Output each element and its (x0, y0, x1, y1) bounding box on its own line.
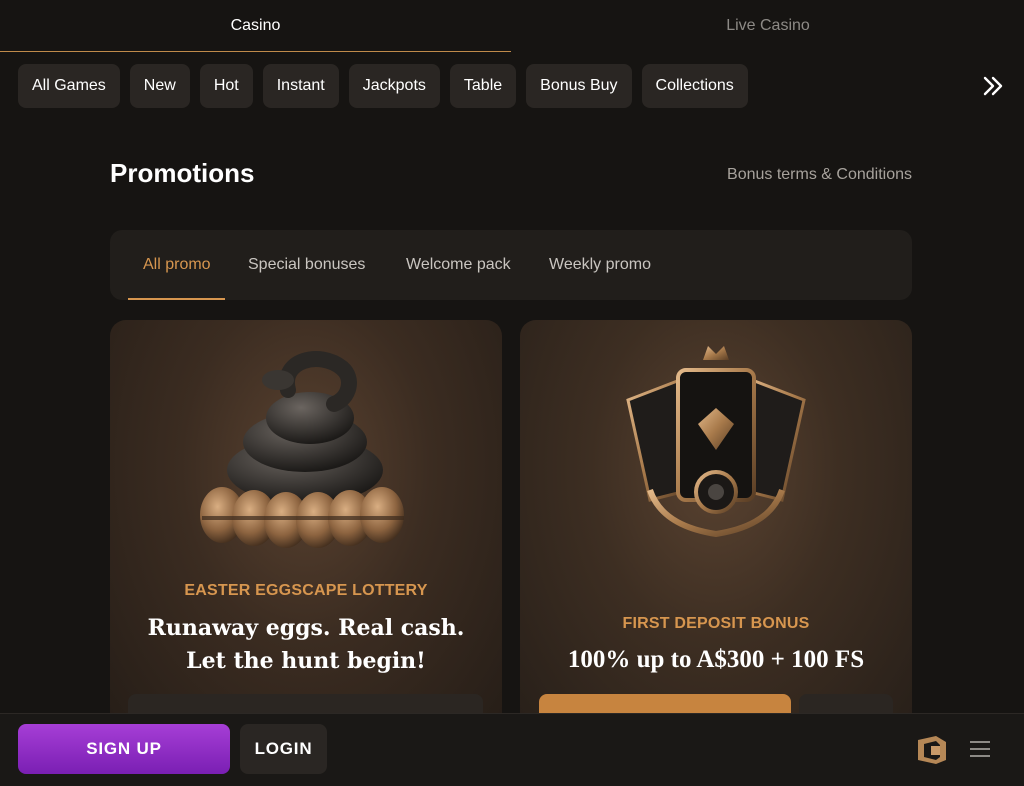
category-collections[interactable]: Collections (641, 64, 748, 108)
category-hot[interactable]: Hot (199, 64, 253, 108)
top-tabs: Casino Live Casino (0, 0, 1024, 54)
tab-all-promo[interactable]: All promo (128, 230, 225, 300)
category-instant[interactable]: Instant (262, 64, 339, 108)
category-bonus-buy[interactable]: Bonus Buy (526, 64, 632, 108)
page-title: Promotions (110, 158, 255, 188)
promo-filter-tabs: All promo Special bonuses Welcome pack W… (110, 230, 912, 300)
headline-line-2: Let the hunt begin! (186, 648, 426, 674)
tab-casino[interactable]: Casino (0, 0, 511, 52)
bottom-bar: SIGN UP LOGIN (0, 713, 1024, 786)
login-button[interactable]: LOGIN (240, 724, 327, 774)
sign-up-button[interactable]: SIGN UP (18, 724, 230, 774)
promo-card-easter[interactable]: EASTER EGGSCAPE LOTTERY Runaway eggs. Re… (110, 320, 502, 740)
promo-card-first-deposit[interactable]: FIRST DEPOSIT BONUS 100% up to A$300 + 1… (520, 320, 912, 740)
tab-weekly-promo[interactable]: Weekly promo (549, 230, 651, 300)
tab-live-casino[interactable]: Live Casino (512, 0, 1024, 52)
shield-emblem-illustration (626, 346, 806, 538)
hamburger-menu-icon[interactable] (968, 738, 992, 760)
category-new[interactable]: New (129, 64, 190, 108)
brand-logo-icon[interactable] (914, 732, 950, 766)
bonus-terms-link[interactable]: Bonus terms & Conditions (727, 166, 912, 184)
category-chips: All Games New Hot Instant Jackpots Table… (18, 64, 748, 108)
category-all-games[interactable]: All Games (18, 64, 120, 108)
card-headline: Runaway eggs. Real cash. Let the hunt be… (110, 612, 502, 678)
category-jackpots[interactable]: Jackpots (348, 64, 440, 108)
card-label: EASTER EGGSCAPE LOTTERY (184, 582, 428, 599)
double-chevron-right-icon[interactable] (978, 72, 1008, 100)
card-label: FIRST DEPOSIT BONUS (622, 615, 810, 632)
snake-eggs-illustration (200, 351, 404, 548)
category-table[interactable]: Table (449, 64, 517, 108)
tab-welcome-pack[interactable]: Welcome pack (406, 230, 511, 300)
card-headline: 100% up to A$300 + 100 FS (567, 646, 865, 673)
headline-line-1: Runaway eggs. Real cash. (147, 615, 465, 641)
tab-special-bonuses[interactable]: Special bonuses (248, 230, 365, 300)
